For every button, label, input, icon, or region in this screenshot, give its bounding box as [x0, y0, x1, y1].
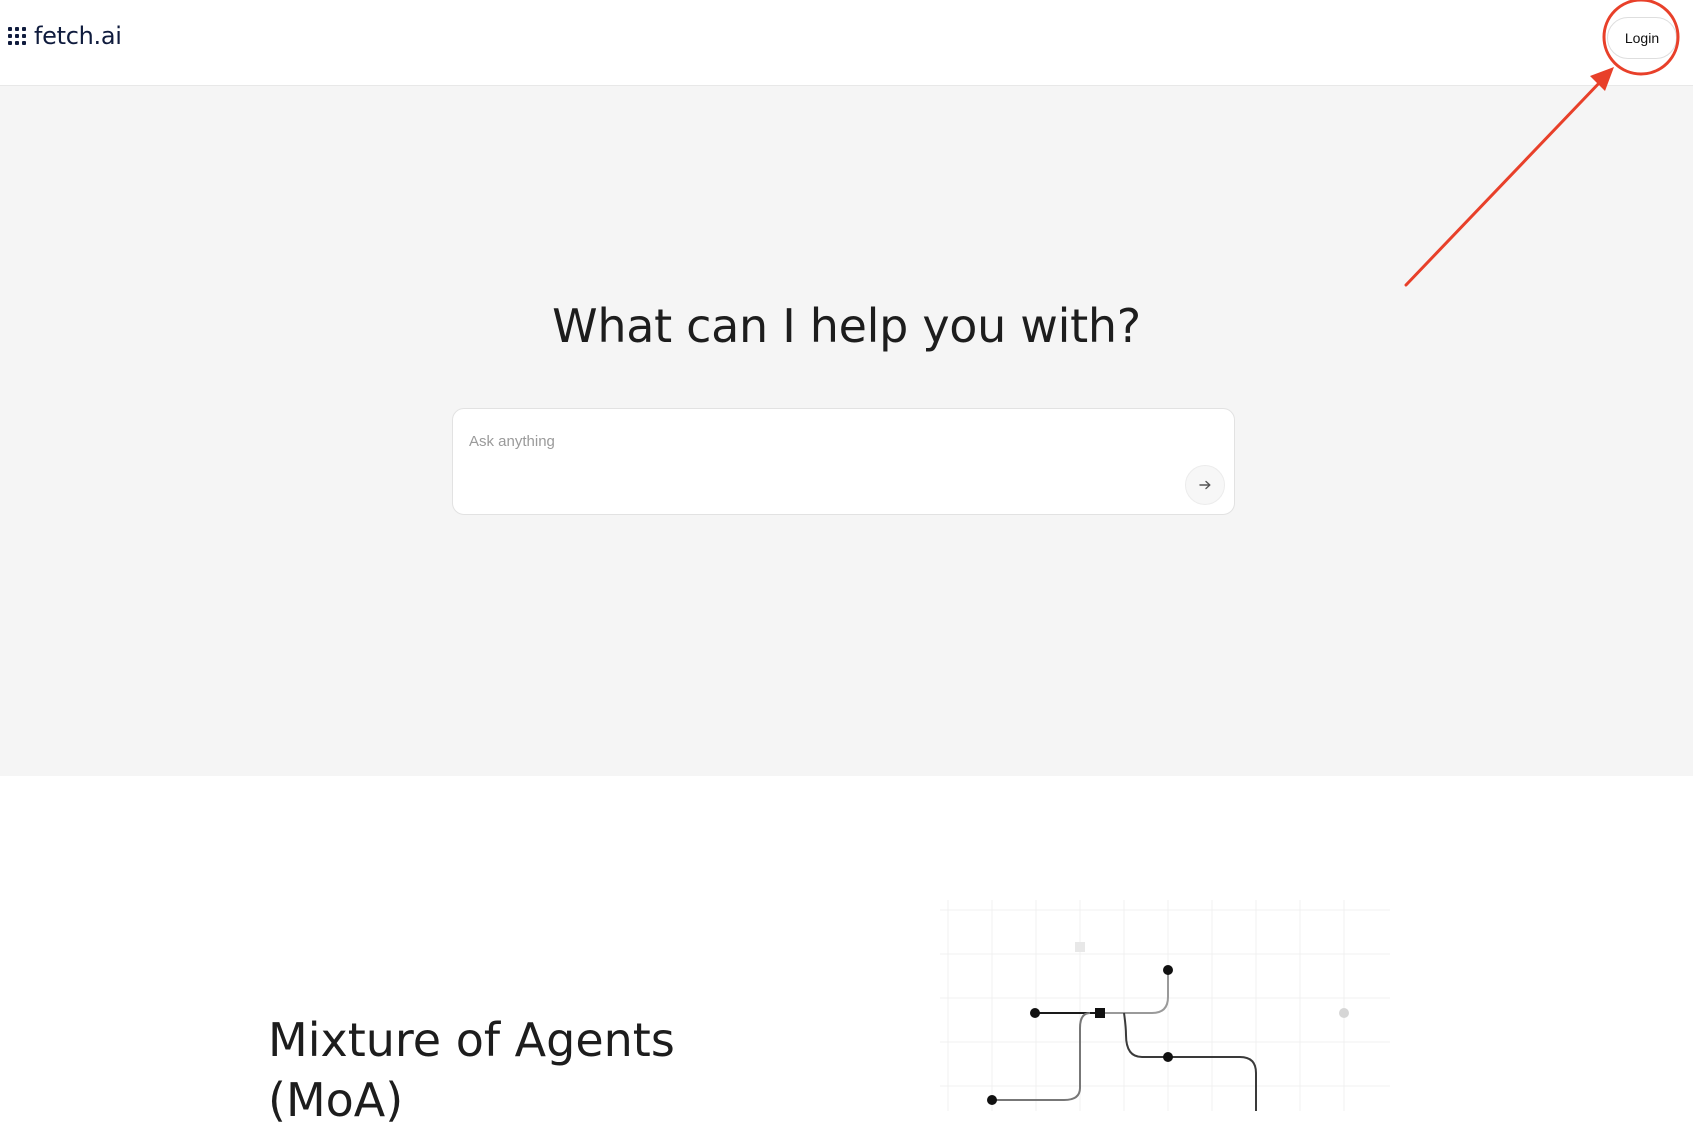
agents-network-illustration — [940, 900, 1390, 1111]
ask-input[interactable] — [469, 429, 1169, 453]
diagram-faded-node — [1339, 1008, 1349, 1018]
login-button[interactable]: Login — [1607, 17, 1677, 59]
send-button[interactable] — [1185, 465, 1225, 505]
logo-text: fetch.ai — [34, 22, 122, 50]
hero-section: What can I help you with? — [0, 86, 1693, 776]
feature-title: Mixture of Agents (MoA) — [268, 1013, 675, 1127]
fetch-ai-logo[interactable]: fetch.ai — [8, 22, 122, 50]
diagram-grid — [940, 900, 1390, 1111]
top-navigation-bar: fetch.ai Login — [0, 0, 1693, 86]
ask-box[interactable] — [452, 408, 1235, 515]
hero-title: What can I help you with? — [552, 299, 1141, 353]
arrow-right-icon — [1199, 480, 1211, 490]
fetch-grid-logo-icon — [8, 27, 26, 45]
diagram-faded-square — [1075, 942, 1085, 952]
